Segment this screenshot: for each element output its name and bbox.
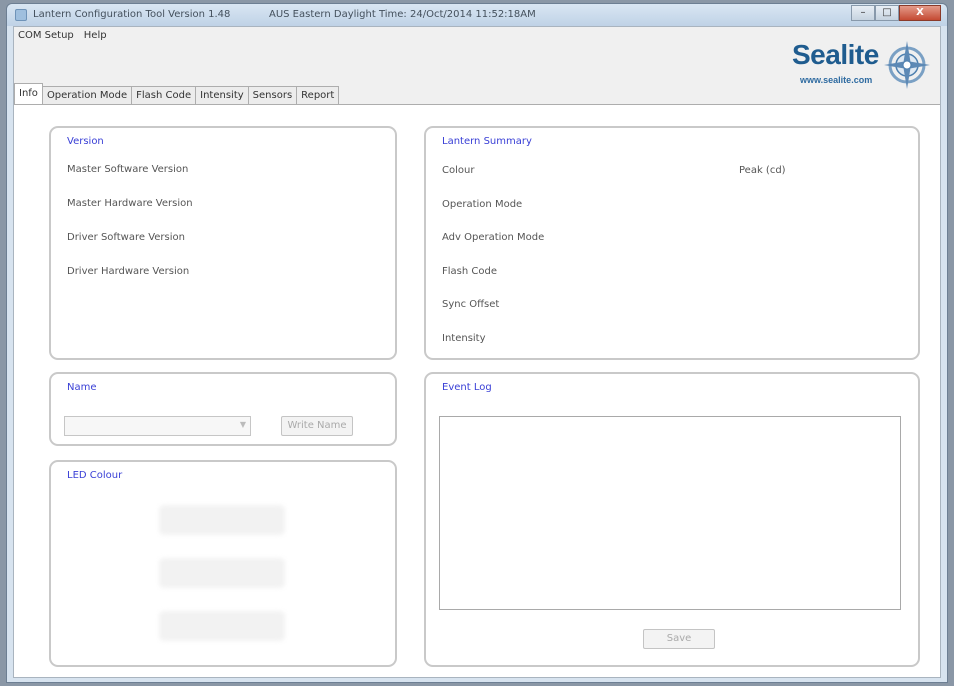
maximize-button[interactable]: □: [875, 5, 899, 21]
led-colour-option: [159, 505, 285, 535]
colour-label: Colour: [442, 165, 475, 176]
event-log-textbox[interactable]: [439, 416, 901, 610]
sealite-logo: Sealite www.sealite.com: [780, 35, 930, 95]
app-icon[interactable]: [15, 9, 27, 21]
tab-strip: Info Operation Mode Flash Code Intensity…: [14, 83, 340, 104]
master-software-version-label: Master Software Version: [67, 164, 189, 175]
window-clock: AUS Eastern Daylight Time: 24/Oct/2014 1…: [269, 9, 536, 20]
tab-report[interactable]: Report: [296, 86, 340, 104]
info-tab-page: Version Master Software Version Master H…: [14, 104, 940, 677]
minimize-button[interactable]: –: [851, 5, 875, 21]
version-group: Version Master Software Version Master H…: [49, 126, 397, 360]
intensity-label: Intensity: [442, 333, 486, 344]
driver-software-version-label: Driver Software Version: [67, 232, 185, 243]
led-colour-title: LED Colour: [67, 470, 123, 481]
menu-help[interactable]: Help: [80, 27, 113, 45]
event-log-group: Event Log Save: [424, 372, 920, 667]
led-colour-option: [159, 611, 285, 641]
title-bar[interactable]: Lantern Configuration Tool Version 1.48 …: [7, 4, 947, 26]
window-title: Lantern Configuration Tool Version 1.48: [33, 9, 231, 20]
compass-rose-icon: [884, 41, 930, 89]
save-button[interactable]: Save: [643, 629, 715, 649]
logo-wordmark: Sealite: [792, 39, 879, 70]
name-group-title: Name: [67, 382, 97, 393]
event-log-title: Event Log: [442, 382, 492, 393]
tab-sensors[interactable]: Sensors: [247, 86, 298, 104]
operation-mode-label: Operation Mode: [442, 199, 523, 210]
led-colour-option: [159, 558, 285, 588]
adv-operation-mode-label: Adv Operation Mode: [442, 232, 545, 243]
write-name-button[interactable]: Write Name: [281, 416, 353, 436]
window-controls: – □ X: [851, 5, 941, 22]
close-button[interactable]: X: [899, 5, 941, 21]
flash-code-label: Flash Code: [442, 266, 497, 277]
peak-cd-label: Peak (cd): [739, 165, 786, 176]
tab-flash-code[interactable]: Flash Code: [131, 86, 197, 104]
name-combobox[interactable]: ▼: [64, 416, 251, 436]
version-group-title: Version: [67, 136, 104, 147]
sync-offset-label: Sync Offset: [442, 299, 500, 310]
lantern-summary-title: Lantern Summary: [442, 136, 532, 147]
tab-intensity[interactable]: Intensity: [195, 86, 249, 104]
menu-bar: COM Setup Help: [14, 27, 113, 45]
client-area: COM Setup Help Sealite www.sealite.com I…: [13, 26, 941, 678]
driver-hardware-version-label: Driver Hardware Version: [67, 266, 190, 277]
logo-url: www.sealite.com: [800, 75, 873, 85]
master-hardware-version-label: Master Hardware Version: [67, 198, 193, 209]
led-colour-group: LED Colour: [49, 460, 397, 667]
dropdown-arrow-icon[interactable]: ▼: [240, 420, 246, 429]
tab-info[interactable]: Info: [14, 83, 43, 104]
menu-com-setup[interactable]: COM Setup: [14, 27, 80, 45]
lantern-summary-group: Lantern Summary Colour Peak (cd) Operati…: [424, 126, 920, 360]
main-window: Lantern Configuration Tool Version 1.48 …: [6, 3, 948, 683]
name-group: Name ▼ Write Name: [49, 372, 397, 446]
tab-operation-mode[interactable]: Operation Mode: [41, 86, 133, 104]
